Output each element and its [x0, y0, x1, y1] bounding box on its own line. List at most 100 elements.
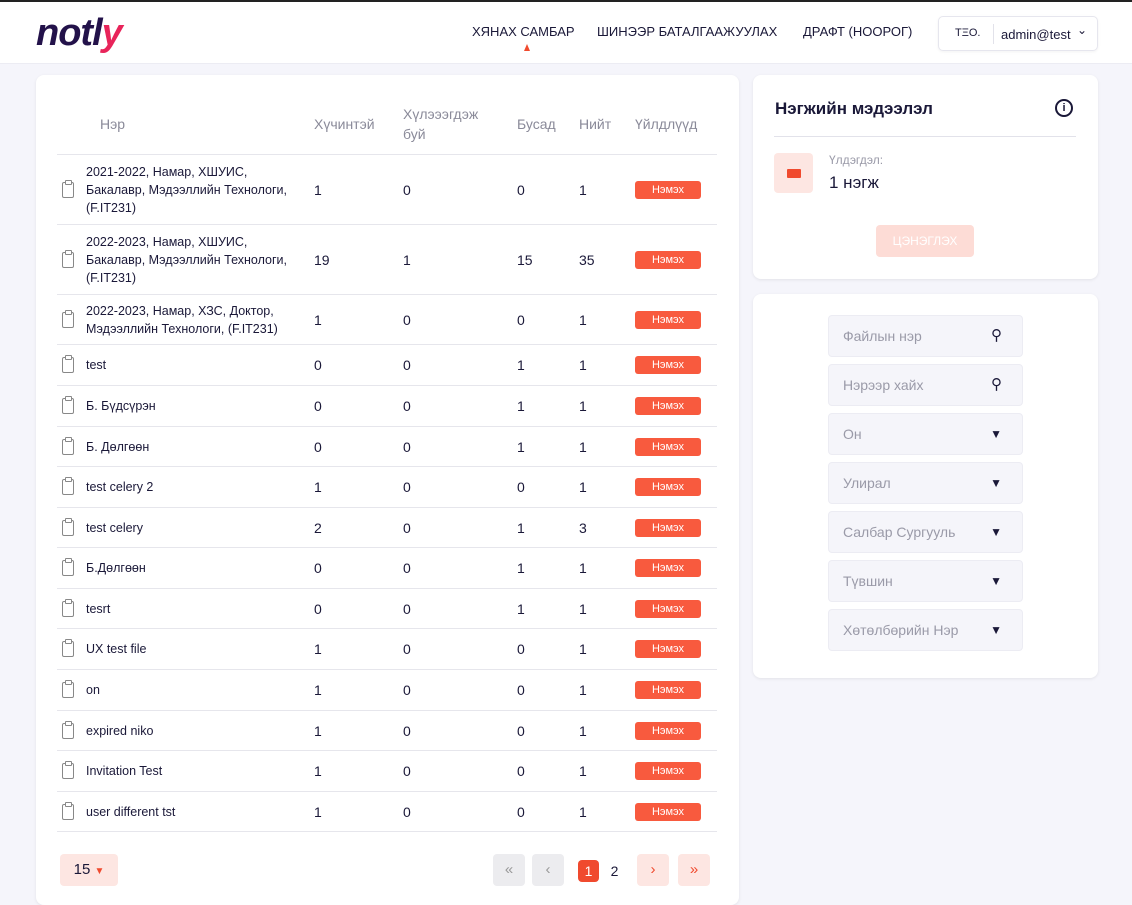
row-valid: 0 [314, 398, 322, 414]
table-row: test 0 0 1 1 Нэмэх [57, 344, 717, 385]
row-valid: 1 [314, 641, 322, 657]
info-icon[interactable]: i [1055, 99, 1073, 117]
add-button[interactable]: Нэмэх [635, 180, 701, 199]
page-2-button[interactable]: 2 [604, 860, 625, 882]
caret-down-icon: ▼ [990, 623, 1002, 637]
row-name[interactable]: 2022-2023, Намар, ХЗС, Доктор, Мэдээллий… [86, 302, 296, 338]
nav-drafts[interactable]: ДРАФТ (НООРОГ) [803, 24, 912, 39]
divider [993, 24, 994, 44]
add-button[interactable]: Нэмэх [635, 762, 701, 780]
search-input[interactable]: Нэрээр хайх ⚲ [828, 364, 1023, 406]
logo[interactable]: notly [36, 12, 123, 55]
add-button[interactable]: Нэмэх [635, 518, 701, 537]
clipboard-icon [62, 309, 74, 328]
caret-down-icon: ▼ [990, 574, 1002, 588]
add-button[interactable]: Нэмэх [635, 721, 701, 740]
add-button[interactable]: Нэмэх [635, 681, 701, 699]
add-button[interactable]: Нэмэх [635, 250, 701, 269]
row-name[interactable]: expired niko [86, 722, 296, 740]
page-size-value: 15 [73, 861, 91, 878]
add-button[interactable]: Нэмэх [635, 640, 701, 658]
row-total: 1 [579, 722, 587, 739]
add-button[interactable]: Нэмэх [635, 437, 701, 456]
row-name[interactable]: on [86, 681, 296, 699]
table-bottom-border [57, 831, 717, 832]
row-name[interactable]: Б. Бүдсүрэн [86, 397, 296, 415]
row-valid: 1 [314, 479, 322, 495]
row-pending: 0 [403, 357, 411, 373]
row-name[interactable]: test celery 2 [86, 478, 296, 496]
field-placeholder: Хөтөлбөрийн Нэр [843, 622, 959, 638]
next-page-button[interactable]: › [637, 854, 669, 886]
table-row: 2021-2022, Намар, ХШУИС, Бакалавр, Мэдээ… [57, 154, 717, 224]
filter-dropdown[interactable]: Түвшин ▼ [828, 560, 1023, 602]
clipboard-icon [62, 720, 74, 739]
add-button[interactable]: Нэмэх [635, 397, 701, 415]
filter-dropdown[interactable]: Салбар Сургууль ▼ [828, 511, 1023, 553]
caret-down-icon: ▼ [990, 476, 1002, 490]
filter-dropdown[interactable]: Улирал ▼ [828, 462, 1023, 504]
clipboard-icon [62, 558, 74, 576]
recharge-button[interactable]: ЦЭНЭГЛЭХ [876, 225, 974, 257]
row-name[interactable]: Б. Дөлгөөн [86, 438, 296, 456]
add-button[interactable]: Нэмэх [635, 356, 701, 374]
table-row: expired niko 1 0 0 1 Нэмэх [57, 710, 717, 750]
row-valid: 1 [314, 722, 322, 739]
add-button[interactable]: Нэмэх [635, 802, 701, 821]
row-name[interactable]: 2021-2022, Намар, ХШУИС, Бакалавр, Мэдээ… [86, 163, 296, 217]
user-menu[interactable]: TΞO. admin@test ⌄ [938, 16, 1098, 51]
row-name[interactable]: Б.Дөлгөөн [86, 559, 296, 577]
row-total: 1 [579, 357, 587, 373]
add-button[interactable]: Нэмэх [635, 310, 701, 329]
add-button[interactable]: Нэмэх [635, 478, 701, 496]
clipboard-icon [62, 680, 74, 698]
row-total: 1 [579, 438, 587, 455]
row-valid: 1 [314, 181, 322, 198]
row-valid: 0 [314, 560, 322, 576]
prev-page-button[interactable]: ‹ [532, 854, 564, 886]
filter-dropdown[interactable]: Хөтөлбөрийн Нэр ▼ [828, 609, 1023, 651]
caret-down-icon: ▼ [990, 427, 1002, 441]
row-valid: 0 [314, 438, 322, 455]
row-name[interactable]: user different tst [86, 803, 296, 821]
row-total: 1 [579, 763, 587, 779]
table-row: on 1 0 0 1 Нэмэх [57, 669, 717, 710]
last-page-button[interactable]: » [678, 854, 710, 886]
row-total: 1 [579, 641, 587, 657]
search-input[interactable]: Файлын нэр ⚲ [828, 315, 1023, 357]
row-other: 0 [517, 479, 525, 495]
row-valid: 0 [314, 357, 322, 373]
row-pending: 0 [403, 641, 411, 657]
top-bar: notly ХЯНАХ САМБАР ШИНЭЭР БАТАЛГААЖУУЛАХ… [0, 2, 1132, 64]
row-valid: 0 [314, 600, 322, 617]
field-placeholder: Салбар Сургууль [843, 524, 956, 540]
row-name[interactable]: UX test file [86, 640, 296, 658]
filter-dropdown[interactable]: Он ▼ [828, 413, 1023, 455]
row-name[interactable]: tesrt [86, 600, 296, 618]
field-placeholder: Нэрээр хайх [843, 377, 924, 393]
add-button[interactable]: Нэмэх [635, 599, 701, 618]
first-page-button[interactable]: « [493, 854, 525, 886]
row-pending: 0 [403, 722, 411, 739]
field-placeholder: Он [843, 426, 862, 442]
col-other: Бусад [517, 116, 556, 132]
clipboard-icon [62, 355, 74, 373]
active-nav-indicator [524, 44, 530, 51]
row-other: 0 [517, 181, 525, 198]
row-name[interactable]: 2022-2023, Намар, ХШУИС, Бакалавр, Мэдээ… [86, 233, 296, 287]
row-name[interactable]: test [86, 356, 296, 374]
add-button[interactable]: Нэмэх [635, 559, 701, 577]
page-size-select[interactable]: 15 ▼ [60, 854, 118, 886]
divider [774, 136, 1076, 137]
nav-new-verify[interactable]: ШИНЭЭР БАТАЛГААЖУУЛАХ [597, 24, 777, 39]
nav-dashboard[interactable]: ХЯНАХ САМБАР [472, 24, 575, 39]
table-row: test celery 2 1 0 0 1 Нэмэх [57, 466, 717, 507]
row-other: 0 [517, 803, 525, 820]
row-pending: 0 [403, 311, 411, 328]
page-1-button[interactable]: 1 [578, 860, 599, 882]
search-icon: ⚲ [991, 376, 1002, 393]
row-other: 15 [517, 251, 533, 268]
row-name[interactable]: test celery [86, 519, 296, 537]
row-name[interactable]: Invitation Test [86, 762, 296, 780]
row-total: 35 [579, 251, 595, 268]
